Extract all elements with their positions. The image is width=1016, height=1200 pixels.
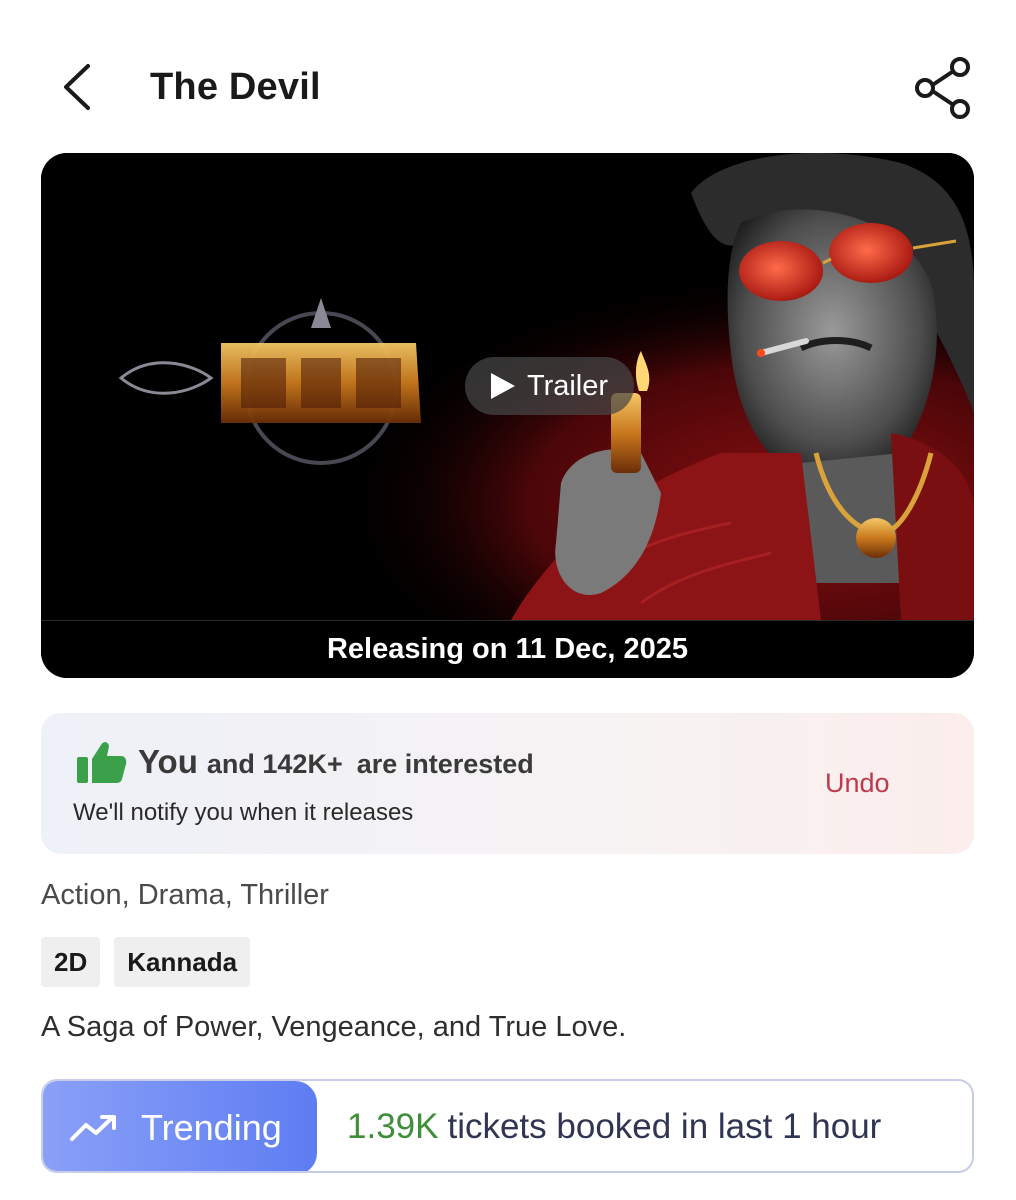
release-date-text: Releasing on 11 Dec, 2025	[326, 633, 689, 665]
tag-format: 2D	[41, 937, 101, 987]
trailer-button[interactable]: Trailer	[465, 357, 634, 415]
undo-button[interactable]: Undo	[825, 768, 890, 799]
trending-stat: 1.39K tickets booked in last 1 hour	[347, 1107, 881, 1147]
thumbs-up-icon	[77, 742, 127, 783]
movie-poster[interactable]: Trailer Releasing on 11 Dec, 2025	[41, 153, 974, 678]
share-icon	[915, 57, 970, 119]
interest-count: and 142K+	[206, 749, 343, 779]
play-icon	[490, 373, 515, 399]
interest-you: You	[138, 743, 198, 780]
app-header: The Devil	[0, 40, 1016, 136]
trending-badge: Trending	[43, 1081, 317, 1171]
share-button[interactable]	[912, 56, 972, 120]
interest-suffix: are interested	[356, 749, 534, 779]
back-arrow-icon	[64, 64, 90, 110]
trending-count: 1.39K	[347, 1107, 439, 1146]
interest-card: You and 142K+ are interested We'll notif…	[41, 713, 974, 854]
trending-label: Trending	[141, 1107, 282, 1148]
interest-line: You and 142K+ are interested	[138, 743, 534, 781]
trending-banner: Trending 1.39K tickets booked in last 1 h…	[41, 1079, 974, 1173]
trending-description: tickets booked in last 1 hour	[447, 1107, 882, 1146]
notify-text: We'll notify you when it releases	[73, 799, 414, 826]
tag-language: Kannada	[114, 937, 251, 987]
trending-up-icon	[70, 1115, 116, 1141]
tagline-text: A Saga of Power, Vengeance, and True Lov…	[41, 1011, 627, 1043]
trailer-label: Trailer	[526, 369, 609, 402]
format-tags: 2D Kannada	[41, 937, 251, 987]
back-button[interactable]	[56, 62, 100, 112]
release-date-bar: Releasing on 11 Dec, 2025	[41, 620, 974, 678]
page-title: The Devil	[150, 66, 321, 108]
genres-text: Action, Drama, Thriller	[41, 879, 329, 911]
